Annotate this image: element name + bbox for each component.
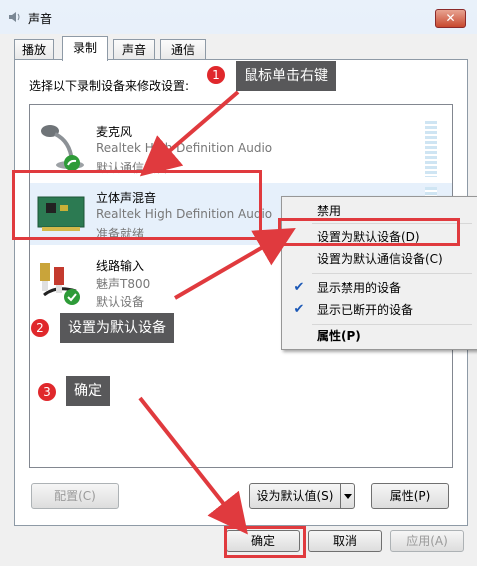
menu-item-set-default-comm[interactable]: 设置为默认通信设备(C) [283, 248, 477, 270]
menu-item-label: 属性(P) [317, 329, 361, 343]
title-bar: 声音 ✕ [0, 0, 477, 34]
set-default-button[interactable]: 设为默认值(S) [249, 483, 355, 509]
set-default-label: 设为默认值(S) [256, 489, 334, 503]
menu-item-label: 显示已断开的设备 [317, 303, 414, 317]
tab-communications[interactable]: 通信 [160, 39, 206, 60]
apply-button[interactable]: 应用(A) [390, 530, 464, 552]
device-driver: 魅声T800 [96, 277, 151, 291]
properties-button[interactable]: 属性(P) [371, 483, 449, 509]
step-number-2: 2 [31, 319, 49, 337]
menu-item-label: 设置为默认通信设备(C) [317, 252, 443, 266]
menu-item-properties[interactable]: 属性(P) [283, 325, 477, 347]
level-meter [425, 121, 437, 177]
menu-item-show-disconnected[interactable]: ✔ 显示已断开的设备 [283, 299, 477, 321]
dropdown-arrow-icon[interactable] [340, 484, 355, 508]
checkmark-icon: ✔ [293, 302, 305, 317]
phone-icon [64, 155, 80, 171]
callout-step-3: 确定 [66, 376, 110, 406]
menu-separator [312, 273, 472, 274]
speaker-icon [8, 10, 22, 24]
menu-item-show-disabled[interactable]: ✔ 显示禁用的设备 [283, 277, 477, 299]
step-number-1: 1 [207, 66, 225, 84]
tab-sounds[interactable]: 声音 [113, 39, 155, 60]
highlight-ok-button [224, 526, 306, 558]
configure-button[interactable]: 配置(C) [31, 483, 119, 509]
cancel-button[interactable]: 取消 [308, 530, 382, 552]
device-name: 麦克风 [96, 125, 133, 139]
checkmark-icon: ✔ [293, 280, 305, 295]
callout-step-1: 鼠标单击右键 [236, 61, 336, 91]
tab-recording[interactable]: 录制 [62, 36, 108, 61]
tab-playback[interactable]: 播放 [14, 39, 54, 60]
instruction-text: 选择以下录制设备来修改设置: [29, 79, 190, 93]
step-number-3: 3 [38, 383, 56, 401]
highlight-set-default-menu [278, 218, 460, 246]
menu-item-label: 显示禁用的设备 [317, 281, 402, 295]
callout-step-2: 设置为默认设备 [60, 313, 174, 343]
device-status: 默认设备 [96, 295, 145, 309]
close-icon: ✕ [445, 11, 456, 25]
device-driver: Realtek High Definition Audio [96, 141, 273, 155]
highlight-stereo-mix [12, 170, 262, 240]
close-button[interactable]: ✕ [435, 9, 466, 28]
window-title: 声音 [28, 12, 53, 26]
device-name: 线路输入 [96, 259, 145, 273]
check-icon [64, 289, 80, 305]
